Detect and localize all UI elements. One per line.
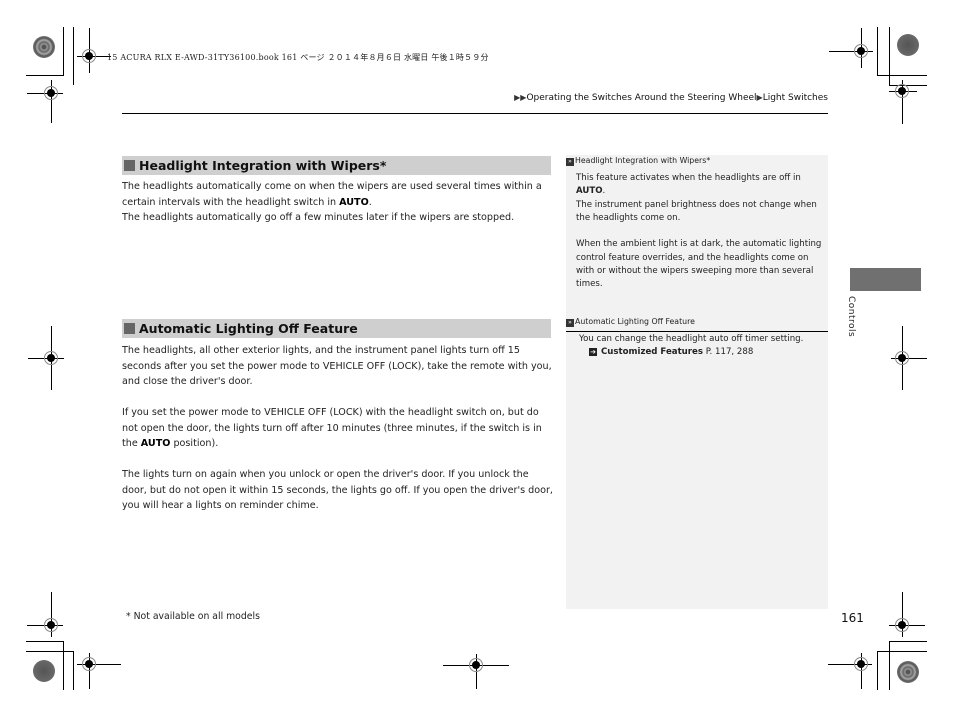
- bold-text: AUTO: [576, 186, 603, 197]
- breadcrumb: ▶▶Operating the Switches Around the Stee…: [514, 93, 828, 103]
- cross-reference-link[interactable]: ➔ Customized Features P. 117, 288: [579, 346, 827, 359]
- arrow-right-icon: ➔: [589, 348, 597, 357]
- crop-mark: [877, 27, 878, 75]
- crop-mark: [73, 651, 74, 690]
- section-title: Automatic Lighting Off Feature: [139, 321, 358, 336]
- bold-text: AUTO: [339, 196, 369, 208]
- crop-mark: [877, 651, 878, 690]
- note-ref-icon: »: [566, 319, 574, 327]
- note-ref-icon: »: [566, 158, 574, 166]
- text: position).: [170, 438, 219, 449]
- paragraph: You can change the headlight auto off ti…: [579, 334, 804, 344]
- header-rule: [122, 113, 828, 114]
- text: .: [368, 196, 372, 208]
- print-job-header: 15 ACURA RLX E-AWD-31TY36100.book 161 ペー…: [107, 53, 489, 62]
- text: This feature activates when the headligh…: [576, 173, 801, 183]
- crop-mark: [73, 27, 74, 85]
- sidebar-rule: [566, 331, 828, 332]
- crop-mark: [63, 641, 64, 690]
- crop-mark: [877, 75, 927, 76]
- sidebar-note-body: You can change the headlight auto off ti…: [579, 333, 827, 360]
- square-bullet-icon: [124, 323, 135, 334]
- section-body: The headlights automatically come on whe…: [122, 179, 554, 226]
- paragraph: The lights turn on again when you unlock…: [122, 469, 553, 511]
- paragraph: The headlights, all other exterior light…: [122, 345, 552, 387]
- crop-mark: [877, 651, 927, 652]
- paragraph: When the ambient light is at dark, the a…: [576, 239, 822, 290]
- page-number: 161: [841, 611, 864, 625]
- crop-mark: [889, 641, 890, 690]
- text: .: [602, 186, 606, 197]
- note-title: Automatic Lighting Off Feature: [575, 317, 695, 326]
- crop-mark: [889, 85, 927, 86]
- paragraph: If you set the power mode to VEHICLE OFF…: [122, 405, 554, 452]
- chapter-tab[interactable]: [850, 268, 921, 291]
- color-dial-icon: [897, 661, 919, 683]
- sidebar-note-heading: » Automatic Lighting Off Feature: [566, 317, 695, 327]
- paragraph: The headlights automatically go off a fe…: [122, 212, 515, 223]
- crop-mark: [63, 27, 64, 75]
- breadcrumb-page[interactable]: Light Switches: [763, 93, 828, 103]
- chapter-tab-label: Controls: [846, 296, 856, 338]
- paragraph: The headlights automatically come on whe…: [122, 179, 554, 210]
- xref-pages[interactable]: P. 117, 288: [706, 347, 754, 357]
- crop-mark: [26, 75, 64, 76]
- breadcrumb-section[interactable]: Operating the Switches Around the Steeri…: [526, 93, 756, 103]
- xref-label[interactable]: Customized Features: [601, 347, 703, 357]
- text: The headlights automatically come on whe…: [122, 181, 542, 208]
- crop-mark: [26, 651, 74, 652]
- sidebar-note-heading: » Headlight Integration with Wipers*: [566, 156, 710, 166]
- crop-mark: [889, 641, 927, 642]
- section-title: Headlight Integration with Wipers: [139, 158, 380, 173]
- section-body: The headlights, all other exterior light…: [122, 343, 554, 514]
- paragraph: This feature activates when the headligh…: [576, 172, 824, 199]
- footnote: * Not available on all models: [126, 611, 260, 622]
- color-dial-icon: [33, 660, 55, 682]
- section-heading: Automatic Lighting Off Feature: [122, 319, 551, 338]
- crop-mark: [26, 641, 64, 642]
- bold-text: AUTO: [140, 438, 171, 449]
- footnote-asterisk: *: [379, 158, 387, 173]
- double-triangle-icon: ▶▶: [514, 93, 527, 102]
- color-dial-icon: [33, 36, 55, 58]
- paragraph: The instrument panel brightness does not…: [576, 199, 817, 223]
- color-dial-icon: [897, 34, 919, 56]
- square-bullet-icon: [124, 160, 135, 171]
- crop-mark: [889, 27, 890, 85]
- section-heading: Headlight Integration with Wipers*: [122, 156, 551, 175]
- sidebar-note-body: This feature activates when the headligh…: [576, 172, 824, 292]
- note-title: Headlight Integration with Wipers: [575, 156, 707, 165]
- footnote-asterisk: *: [706, 156, 711, 165]
